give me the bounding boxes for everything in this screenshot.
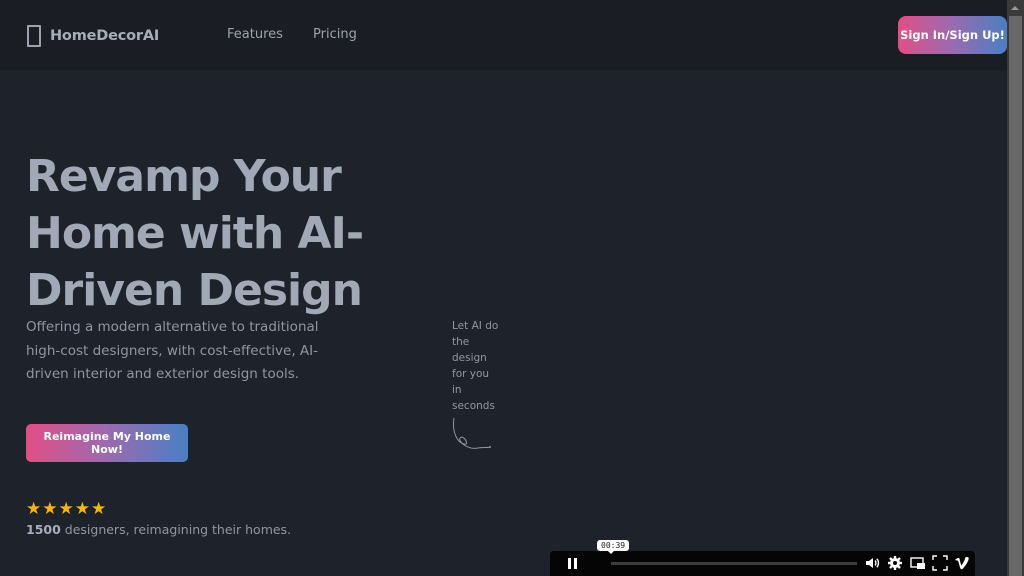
designer-count: 1500 — [26, 522, 61, 537]
annotation-text: Let AI do the design for you in seconds — [452, 320, 499, 412]
top-nav: HomeDecorAI Features Pricing Sign In/Sig… — [0, 0, 1007, 70]
star-icon: ★ — [58, 499, 74, 518]
reimagine-cta-button[interactable]: Reimagine My Home Now! — [26, 424, 188, 462]
star-icon: ★ — [74, 499, 90, 518]
social-proof: 1500 designers, reimagining their homes. — [26, 522, 291, 537]
logo[interactable]: HomeDecorAI — [27, 25, 159, 47]
sign-in-button[interactable]: Sign In/Sign Up! — [898, 16, 1007, 54]
door-rectangle-icon — [27, 25, 41, 47]
page-scrollbar[interactable] — [1007, 0, 1024, 576]
fullscreen-icon[interactable] — [932, 555, 948, 571]
settings-icon[interactable] — [887, 555, 903, 571]
curly-arrow-icon — [453, 417, 491, 449]
pause-icon-bar — [574, 558, 577, 569]
hero-subtitle: Offering a modern alternative to traditi… — [26, 319, 319, 382]
rating-stars: ★ ★ ★ ★ ★ — [26, 500, 106, 517]
video-progress-bar[interactable] — [611, 562, 857, 565]
star-icon: ★ — [26, 499, 42, 518]
video-time-tooltip: 00:39 — [597, 540, 630, 554]
pause-button[interactable] — [550, 551, 595, 576]
pause-icon — [568, 558, 571, 569]
scroll-up-arrow-icon[interactable] — [1007, 0, 1024, 16]
vimeo-icon[interactable] — [954, 555, 970, 571]
brand-name: HomeDecorAI — [50, 28, 160, 44]
scrollbar-thumb[interactable] — [1009, 16, 1022, 576]
star-icon: ★ — [91, 499, 107, 518]
volume-icon[interactable] — [864, 555, 880, 571]
hero-title: Revamp Your Home with AI-Driven Design — [26, 151, 364, 316]
star-icon: ★ — [42, 499, 58, 518]
designer-text: designers, reimagining their homes. — [60, 522, 292, 537]
nav-features-link[interactable]: Features — [227, 27, 283, 42]
nav-pricing-link[interactable]: Pricing — [313, 27, 357, 42]
page: HomeDecorAI Features Pricing Sign In/Sig… — [0, 0, 1007, 576]
picture-in-picture-icon[interactable] — [910, 555, 926, 571]
